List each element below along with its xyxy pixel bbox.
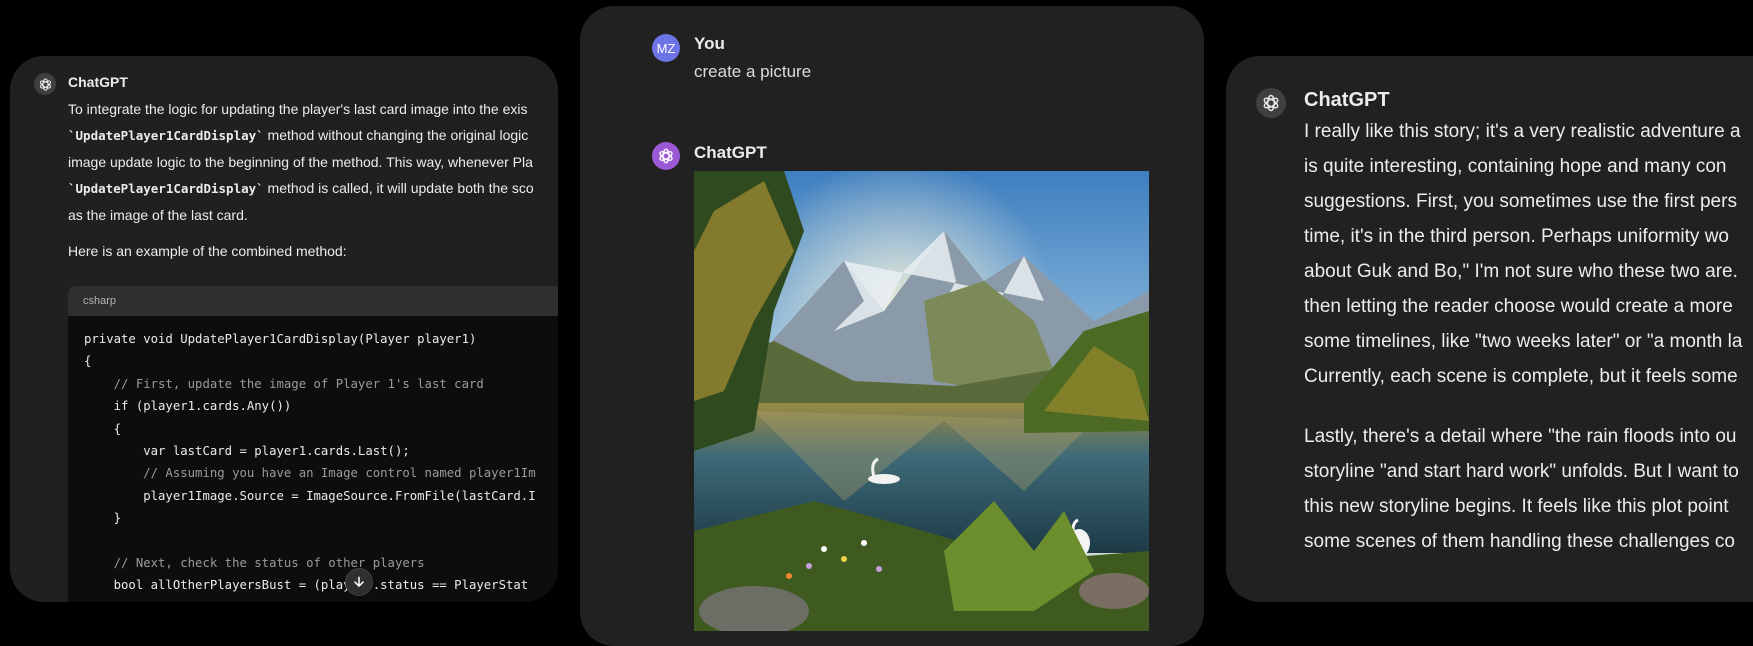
openai-logo-icon [39, 77, 51, 91]
code-line: { [84, 421, 122, 436]
text-span: method is called, it will update both th… [263, 180, 534, 196]
text-span: image update logic to the beginning of t… [68, 154, 533, 170]
code-line: // Next, check the status of other playe… [84, 556, 425, 571]
text-line: suggestions. First, you sometimes use th… [1304, 191, 1737, 212]
paragraph-1: I really like this story; it's a very re… [1304, 114, 1753, 394]
code-line: { [84, 354, 92, 369]
text-line: is quite interesting, containing hope an… [1304, 156, 1727, 177]
text-line: then letting the reader choose would cre… [1304, 296, 1733, 317]
openai-logo-icon [659, 148, 673, 164]
scroll-down-button[interactable] [345, 568, 373, 596]
chatgpt-avatar [652, 142, 680, 170]
inline-code: `UpdatePlayer1CardDisplay` [68, 128, 264, 143]
text-span: To integrate the logic for updating the … [68, 101, 528, 117]
text-line: as the image of the last card. [68, 202, 558, 228]
user-avatar: MZ [652, 34, 680, 62]
text-line: I really like this story; it's a very re… [1304, 121, 1741, 142]
user-message: create a picture [694, 62, 812, 81]
message-text: To integrate the logic for updating the … [68, 96, 558, 228]
paragraph-2: Lastly, there's a detail where "the rain… [1304, 419, 1753, 559]
text-line: this new storyline begins. It feels like… [1304, 496, 1729, 517]
code-line: player1Image.Source = ImageSource.FromFi… [84, 488, 536, 503]
code-line: // Assuming you have an Image control na… [84, 466, 536, 481]
openai-logo-icon [1263, 94, 1279, 112]
text-line: some scenes of them handling these chall… [1304, 531, 1735, 552]
text-line: storyline "and start hard work" unfolds.… [1304, 461, 1739, 482]
code-line: // First, update the image of Player 1's… [84, 376, 484, 391]
chat-panel-code-answer: ChatGPT To integrate the logic for updat… [10, 56, 558, 602]
code-language-label: csharp [68, 286, 558, 316]
text-span: method without changing the original log… [263, 127, 529, 143]
text-line: `UpdatePlayer1CardDisplay` method is cal… [68, 175, 558, 202]
text-line: To integrate the logic for updating the … [68, 96, 558, 122]
text-line: time, it's in the third person. Perhaps … [1304, 226, 1729, 247]
message-author: ChatGPT [68, 74, 128, 90]
text-line: `UpdatePlayer1CardDisplay` method withou… [68, 122, 558, 149]
message-author: ChatGPT [1304, 89, 1390, 111]
code-line: private void UpdatePlayer1CardDisplay(Pl… [84, 332, 477, 346]
code-line: bool allOtherPlayersBust = (player4.stat… [84, 578, 529, 593]
code-line: if (player1.cards.Any()) [84, 399, 292, 414]
assistant-name: ChatGPT [694, 143, 767, 162]
landscape-illustration [694, 171, 1149, 631]
user-name: You [694, 34, 725, 53]
text-line: Currently, each scene is complete, but i… [1304, 366, 1738, 387]
code-line: } [84, 511, 122, 526]
text-line: about Guk and Bo," I'm not sure who thes… [1304, 261, 1738, 282]
chatgpt-avatar [1256, 88, 1286, 118]
message-text: I really like this story; it's a very re… [1304, 114, 1753, 559]
inline-code: `UpdatePlayer1CardDisplay` [68, 181, 264, 196]
code-block[interactable]: csharp private void UpdatePlayer1CardDis… [68, 286, 558, 602]
chat-panel-story-feedback: ChatGPT I really like this story; it's a… [1226, 56, 1753, 602]
text-line: some timelines, like "two weeks later" o… [1304, 331, 1743, 352]
code-line: var lastCard = player1.cards.Last(); [84, 444, 410, 459]
code-body[interactable]: private void UpdatePlayer1CardDisplay(Pl… [68, 316, 558, 597]
chatgpt-avatar [34, 73, 56, 95]
text-line: Lastly, there's a detail where "the rain… [1304, 426, 1737, 447]
text-line: image update logic to the beginning of t… [68, 149, 558, 175]
arrow-down-icon [354, 576, 364, 587]
generated-landscape-image[interactable] [694, 171, 1149, 631]
example-label: Here is an example of the combined metho… [68, 243, 347, 259]
chat-panel-image-answer: MZ You create a picture ChatGPT [580, 6, 1204, 646]
text-span: as the image of the last card. [68, 207, 248, 223]
